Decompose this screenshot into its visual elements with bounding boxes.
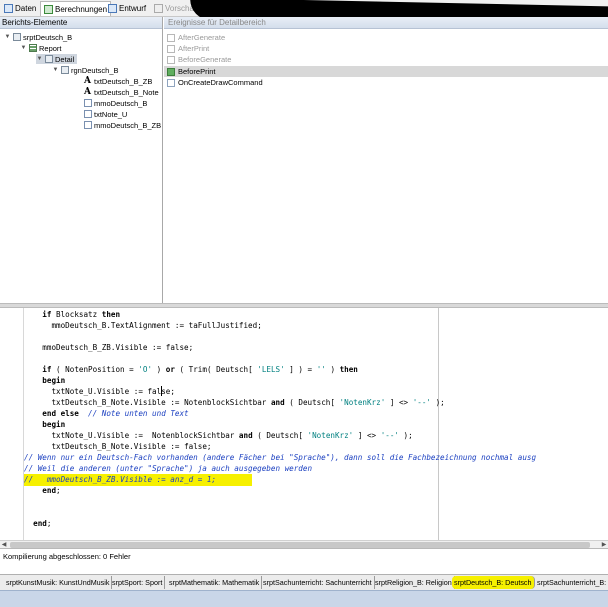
tab-berechnungen[interactable]: Berechnungen	[40, 1, 112, 16]
event-icon	[167, 78, 175, 87]
tab-srpt-deutsch-b[interactable]: srptDeutsch_B: Deutsch	[452, 576, 535, 589]
text-caret	[161, 386, 162, 396]
code-line: end;	[42, 486, 61, 495]
tree-item-mmodeutsch-b[interactable]: mmoDeutsch_B	[84, 98, 147, 108]
tree-item-detail[interactable]: ▼ Detail	[36, 54, 78, 64]
expand-icon[interactable]: ▼	[4, 34, 11, 40]
horizontal-scrollbar[interactable]: ◀ ▶	[0, 540, 608, 548]
detail-band-icon	[45, 55, 53, 63]
code-line: if Blocksatz then	[42, 310, 121, 319]
tree-item-txtdeutsch-b-note[interactable]: A txtDeutsch_B_Note	[84, 87, 159, 97]
tab-srpt-mathematik[interactable]: srptMathematik: Mathematik	[167, 576, 263, 589]
event-oncreatedrawcommand[interactable]: OnCreateDrawCommand	[164, 77, 608, 88]
code-line: mmoDeutsch_B_ZB.Visible := false;	[42, 343, 194, 352]
code-comment-line: // mmoDeutsch_B_ZB.Visible := anz_d = 1;	[24, 475, 217, 484]
expand-icon[interactable]: ▼	[52, 67, 59, 73]
tab-daten[interactable]: Daten	[1, 1, 39, 16]
tab-entwurf[interactable]: Entwurf	[105, 1, 149, 16]
region-icon	[61, 66, 69, 74]
event-icon	[167, 33, 175, 42]
events-header: Ereignisse für Detailbereich	[164, 17, 608, 29]
tree-item-txtnote-u[interactable]: txtNote_U	[84, 109, 127, 119]
tab-srpt-kunstmusik[interactable]: srptKunstMusik: KunstUndMusik	[4, 576, 113, 589]
tab-srpt-sport[interactable]: srptSport: Sport	[110, 576, 166, 589]
event-aftergenerate[interactable]: AfterGenerate	[164, 32, 608, 43]
event-beforeprint[interactable]: BeforePrint	[164, 66, 608, 77]
events-panel: Ereignisse für Detailbereich AfterGenera…	[164, 17, 608, 303]
preview-icon	[154, 4, 163, 13]
code-editor[interactable]: if Blocksatz then mmoDeutsch_B.TextAlign…	[0, 308, 608, 548]
tree-item-report[interactable]: ▼ Report	[20, 43, 62, 53]
event-icon	[167, 55, 175, 64]
code-line: begin	[42, 376, 66, 385]
design-icon	[108, 4, 117, 13]
subreport-icon	[13, 33, 21, 41]
event-active-icon	[167, 67, 175, 76]
tab-srpt-sachunterricht[interactable]: srptSachunterricht: Sachunterricht	[261, 576, 375, 589]
compile-status-message: Kompilierung abgeschlossen: 0 Fehler	[3, 552, 131, 561]
text-icon: A	[84, 87, 91, 97]
tab-srpt-religion-b[interactable]: srptReligion_B: Religion	[373, 576, 455, 589]
tree-item-txtdeutsch-b-zb[interactable]: A txtDeutsch_B_ZB	[84, 76, 152, 86]
memo-icon	[84, 110, 92, 118]
event-beforegenerate[interactable]: BeforeGenerate	[164, 54, 608, 65]
event-afterprint[interactable]: AfterPrint	[164, 43, 608, 54]
code-line: txtNote_U.Visible := false;	[51, 387, 175, 396]
code-line: end else // Note unten und Text	[42, 409, 189, 418]
code-line: begin	[42, 420, 66, 429]
tree-item-srptdeutsch-b[interactable]: ▼ srptDeutsch_B	[4, 32, 73, 42]
memo-icon	[84, 121, 92, 129]
code-line: txtDeutsch_B_Note.Visible := false;	[51, 442, 212, 451]
code-line: end;	[33, 519, 52, 528]
report-elements-panel: Berichts-Elemente ▼ srptDeutsch_B ▼ Repo…	[0, 17, 163, 303]
code-line: mmoDeutsch_B.TextAlignment := taFullJust…	[51, 321, 262, 330]
event-icon	[167, 44, 175, 53]
editor-gutter	[0, 308, 24, 540]
right-margin-line	[438, 308, 439, 540]
tree-item-rgndeutsch-b[interactable]: ▼ rgnDeutsch_B	[52, 65, 119, 75]
memo-icon	[84, 99, 92, 107]
code-line: if ( NotenPosition = 'O' ) or ( Trim( De…	[42, 365, 358, 374]
expand-icon[interactable]: ▼	[20, 45, 27, 51]
data-icon	[4, 4, 13, 13]
expand-icon[interactable]: ▼	[36, 56, 43, 62]
message-area: Kompilierung abgeschlossen: 0 Fehler	[0, 548, 608, 574]
tab-srpt-sachunterricht-b[interactable]: srptSachunterricht_B:	[535, 576, 608, 589]
calculations-icon	[44, 4, 53, 14]
code-line: txtDeutsch_B_Note.Visible := NotenblockS…	[51, 398, 445, 407]
code-line: txtNote_U.Visible := NotenblockSichtbar …	[51, 431, 413, 440]
code-comment-line: // Wenn nur ein Deutsch-Fach vorhanden (…	[24, 453, 537, 462]
report-icon	[29, 44, 37, 52]
report-elements-header: Berichts-Elemente	[0, 17, 162, 29]
status-bar	[0, 590, 608, 607]
subreport-tab-bar: srptKunstMusik: KunstUndMusik srptSport:…	[0, 574, 608, 590]
text-icon: A	[84, 76, 91, 86]
code-comment-line: // Weil die anderen (unter "Sprache") ja…	[24, 464, 313, 473]
tree-item-mmodeutsch-b-zb[interactable]: mmoDeutsch_B_ZB	[84, 120, 161, 130]
